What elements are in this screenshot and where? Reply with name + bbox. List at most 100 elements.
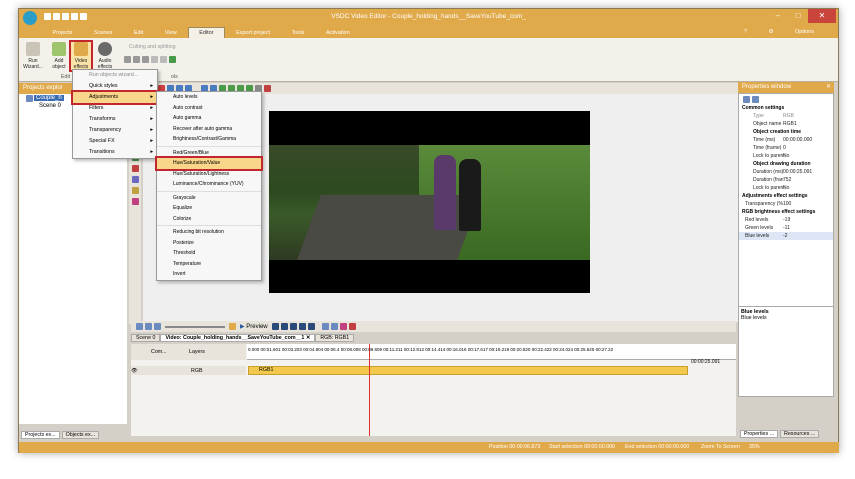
prop-time-ms[interactable]: Time (ms) 00:00:00.000 — [739, 136, 833, 144]
menu-item-temperature[interactable]: Temperature — [157, 259, 261, 270]
prop-duration-ms[interactable]: Duration (ms) 00:00:25.091 — [739, 168, 833, 176]
menu-item-invert[interactable]: Invert — [157, 269, 261, 280]
add-object-button[interactable]: Add object — [49, 42, 69, 70]
redo-icon[interactable] — [160, 56, 167, 63]
categorized-icon[interactable] — [743, 95, 750, 103]
menu-item-hue-saturation-value[interactable]: Hue/Saturation/Value — [155, 156, 263, 171]
menu-item-posterize[interactable]: Posterize — [157, 238, 261, 249]
menu-item-filters[interactable]: Filters ▸ — [73, 103, 157, 114]
close-tab-icon[interactable]: ✕ — [306, 335, 310, 341]
menu-item-quick-styles[interactable]: Quick styles ▸ — [73, 81, 157, 92]
split-icon[interactable] — [133, 56, 140, 63]
stop-icon[interactable] — [289, 323, 297, 330]
forward-icon[interactable] — [298, 323, 306, 330]
prop-lock-to-parent-2[interactable]: Lock to parent No — [739, 184, 833, 192]
zoom-slider[interactable] — [165, 325, 225, 328]
track-name: RGB — [191, 367, 203, 374]
menu-item-transforms[interactable]: Transforms ▸ — [73, 114, 157, 125]
submenu-arrow-icon: ▸ — [150, 138, 153, 144]
skip-start-icon[interactable] — [271, 323, 279, 330]
rotate-icon[interactable] — [151, 56, 158, 63]
group-rgb-brightness-settings[interactable]: RGB brightness effect settings — [739, 208, 833, 216]
menu-item-red-green-blue[interactable]: Red/Green/Blue — [157, 148, 261, 159]
menu-item-transparency[interactable]: Transparency ▸ — [73, 125, 157, 136]
preview-button[interactable]: ▶ Preview — [237, 323, 271, 330]
sort-icon[interactable] — [752, 95, 759, 103]
zoom-out-icon[interactable] — [145, 323, 152, 330]
help-icon[interactable]: ? — [734, 27, 757, 38]
audio-effects-button[interactable]: Audio effects — [95, 42, 115, 70]
menu-item-luminance-chrominance[interactable]: Luminance/Chrominance (YUV) — [157, 179, 261, 190]
menu-item-auto-contrast[interactable]: Auto contrast — [157, 103, 261, 114]
menu-separator — [157, 225, 261, 226]
menu-item-auto-levels[interactable]: Auto levels — [157, 92, 261, 103]
music-tool-icon[interactable] — [131, 198, 139, 205]
eye-icon[interactable]: 👁 — [131, 368, 141, 374]
menu-item-run-objects-wizard[interactable]: Run objects wizard... — [73, 70, 157, 81]
group-object-drawing-duration[interactable]: Object drawing duration — [739, 160, 833, 168]
prop-red-levels[interactable]: Red levels -19 — [739, 216, 833, 224]
group-object-creation-time[interactable]: Object creation time — [739, 128, 833, 136]
zoom-in-icon[interactable] — [136, 323, 143, 330]
snap-icon[interactable] — [264, 85, 271, 92]
menu-item-threshold[interactable]: Threshold — [157, 248, 261, 259]
prop-object-name[interactable]: Object name RGB1 — [739, 120, 833, 128]
clip-rgb[interactable]: RGB1 — [248, 366, 688, 375]
zoom-fit-icon[interactable] — [154, 323, 161, 330]
video-preview[interactable] — [269, 111, 590, 293]
pin-icon[interactable]: ✕ — [826, 82, 831, 93]
prop-green-levels[interactable]: Green levels -11 — [739, 224, 833, 232]
run-wizard-button[interactable]: Run Wizard... — [23, 42, 43, 70]
tab-resources[interactable]: Resources ... — [780, 429, 820, 438]
playhead[interactable] — [369, 344, 370, 436]
rewind-icon[interactable] — [280, 323, 288, 330]
prop-blue-levels[interactable]: Blue levels -2 — [739, 232, 833, 240]
options-button[interactable]: ? ⚙ Options — [724, 27, 834, 38]
menu-item-equalize[interactable]: Equalize — [157, 203, 261, 214]
cut-icon[interactable] — [124, 56, 131, 63]
play-icon[interactable] — [169, 56, 176, 63]
zoom-to-screen-button[interactable]: Zoom To Screen — [701, 442, 740, 453]
video-effects-button[interactable]: Video effects — [69, 40, 93, 72]
menu-item-auto-gamma[interactable]: Auto gamma — [157, 113, 261, 124]
group-adjustments-effect-settings[interactable]: Adjustments effect settings — [739, 192, 833, 200]
menu-item-transitions[interactable]: Transitions ▸ — [73, 147, 157, 158]
group-common-settings[interactable]: Common settings — [739, 104, 833, 112]
tab-objects-explorer[interactable]: Objects ex... — [61, 430, 100, 439]
maximize-button[interactable]: □ — [788, 9, 808, 23]
split-icon[interactable] — [330, 323, 338, 330]
shape-tool-icon[interactable] — [131, 176, 139, 183]
menu-item-reducing-bit-resolution[interactable]: Reducing bit resolution — [157, 227, 261, 238]
prop-time-frame[interactable]: Time (frame) 0 — [739, 144, 833, 152]
crop-icon[interactable] — [142, 56, 149, 63]
prop-lock-to-parent[interactable]: Lock to parent No — [739, 152, 833, 160]
remove-icon[interactable] — [348, 323, 356, 330]
menu-item-hue-saturation-lightness[interactable]: Hue/Saturation/Lightness — [157, 169, 261, 180]
menu-item-recover-after-auto-gamma[interactable]: Recover after auto gamma — [157, 124, 261, 135]
menu-item-grayscale[interactable]: Grayscale — [157, 193, 261, 204]
tab-scene[interactable]: Scene 0 — [131, 334, 161, 342]
timeline-header-row: Com... Layers — [131, 344, 246, 360]
tab-properties[interactable]: Properties ... — [740, 429, 779, 438]
close-button[interactable]: ✕ — [808, 9, 836, 23]
properties-window-header: Properties window ✕ — [738, 82, 834, 93]
minimize-button[interactable]: – — [768, 9, 788, 23]
prop-transparency[interactable]: Transparency (% 100 — [739, 200, 833, 208]
track-row[interactable]: 👁 RGB — [131, 366, 246, 375]
chart-tool-icon[interactable] — [131, 187, 139, 194]
menu-item-brightness-contrast-gamma[interactable]: Brightness/Contrast/Gamma — [157, 134, 261, 145]
menu-item-colorize[interactable]: Colorize — [157, 214, 261, 225]
menu-item-adjustments[interactable]: Adjustments ▸ — [71, 90, 159, 105]
tab-projects-explorer[interactable]: Projects ex... — [21, 430, 60, 439]
marker-icon[interactable] — [339, 323, 347, 330]
prop-duration-frames[interactable]: Duration (fran 752 — [739, 176, 833, 184]
tab-rgb[interactable]: RGB: RGB1 — [315, 334, 355, 342]
preview-icon[interactable] — [229, 323, 236, 330]
menu-item-special-fx[interactable]: Special FX ▸ — [73, 136, 157, 147]
zoom-level[interactable]: 35% — [749, 442, 760, 453]
image-tool-icon[interactable] — [131, 165, 139, 172]
skip-end-icon[interactable] — [307, 323, 315, 330]
submenu-arrow-icon: ▸ — [150, 127, 153, 133]
cut-icon[interactable] — [321, 323, 329, 330]
tab-video[interactable]: Video: Couple_holding_hands__SaveYouTube… — [160, 334, 316, 342]
